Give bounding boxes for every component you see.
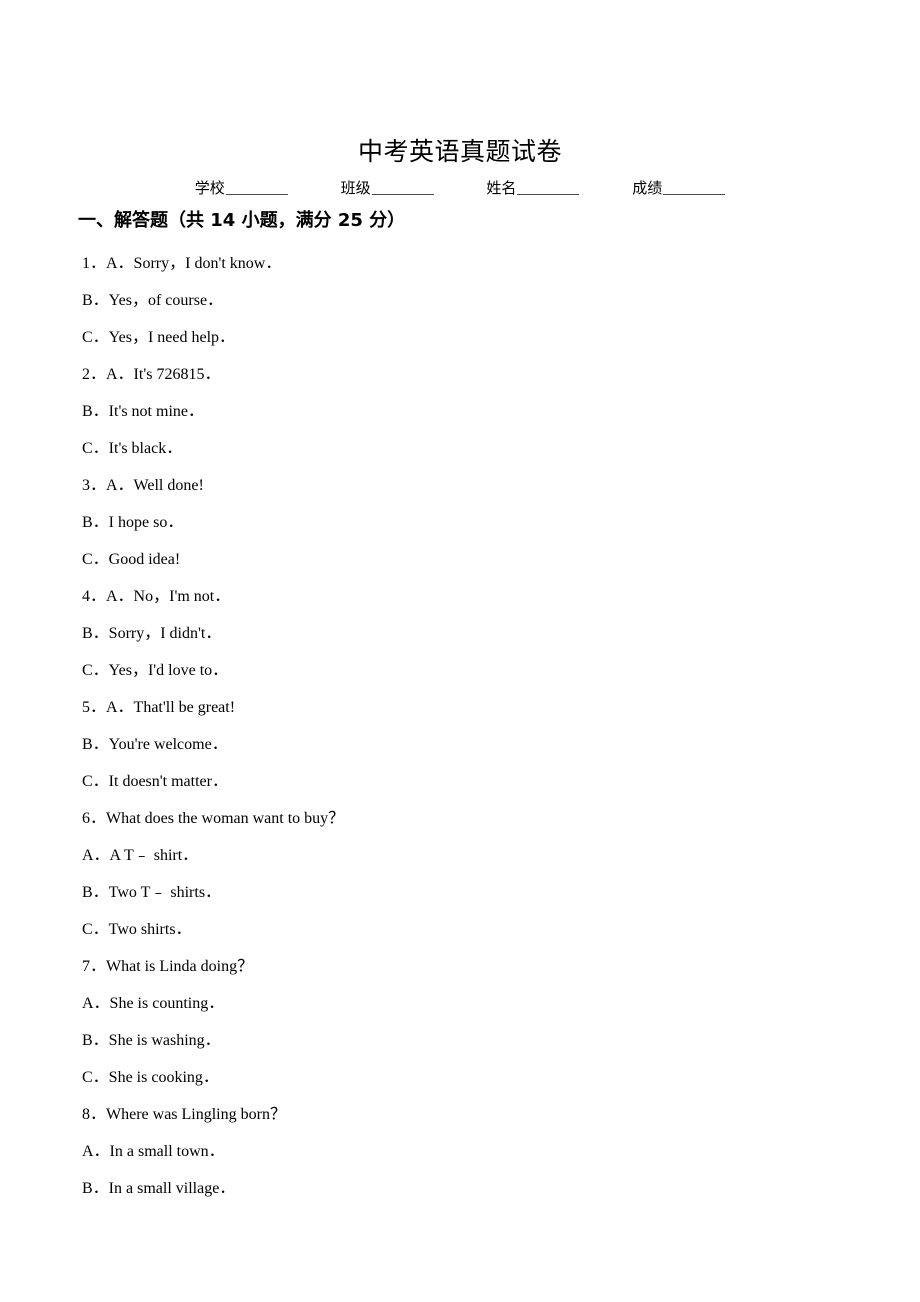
question-line: 3．A．Well done! (82, 477, 204, 494)
option-line: A．A T﹣ shirt． (82, 847, 199, 864)
option-line: B．She is washing． (82, 1032, 221, 1049)
option-line: C．Yes，I'd love to． (82, 662, 229, 679)
option-line: B．Sorry，I didn't． (82, 625, 222, 642)
question-line: 6．What does the woman want to buy？ (82, 810, 345, 827)
option-line: B．I hope so． (82, 514, 184, 531)
info-field-school: 学校 (195, 176, 288, 200)
question-list: 1．A．Sorry，I don't know． B．Yes，of course．… (82, 245, 862, 1207)
info-field-score: 成绩 (632, 176, 726, 200)
option-line: C．It doesn't matter． (82, 773, 228, 790)
question-line: 2．A．It's 726815． (82, 366, 221, 383)
info-label-class: 班级 (340, 179, 371, 197)
question-line: 1．A．Sorry，I don't know． (82, 255, 282, 272)
question-line: 4．A．No，I'm not． (82, 588, 231, 605)
info-field-class: 班级 (341, 176, 434, 200)
info-blank-class[interactable] (371, 180, 434, 195)
option-line: C．Good idea! (82, 551, 181, 568)
info-label-name: 姓名 (486, 179, 517, 197)
option-line: C．It's black． (82, 440, 183, 457)
option-line: C．She is cooking． (82, 1069, 219, 1086)
question-line: 7．What is Linda doing？ (82, 958, 254, 975)
option-line: A．In a small town． (82, 1143, 225, 1160)
option-line: B．Two T﹣ shirts． (82, 884, 222, 901)
option-line: B．It's not mine． (82, 403, 204, 420)
info-field-name: 姓名 (486, 176, 580, 200)
info-label-school: 学校 (194, 179, 225, 197)
exam-paper-page: 中考英语真题试卷 学校 班级 姓名 成绩 一、解答题（共 14 小题，满分 25… (0, 0, 920, 1302)
info-blank-name[interactable] (517, 180, 580, 195)
info-blank-score[interactable] (663, 180, 726, 195)
option-line: B．You're welcome． (82, 736, 228, 753)
question-line: 8．Where was Lingling born？ (82, 1106, 286, 1123)
student-info-line: 学校 班级 姓名 成绩 (0, 176, 920, 200)
option-line: C．Yes，I need help． (82, 329, 236, 346)
option-line: B．Yes，of course． (82, 292, 224, 309)
option-line: B．In a small village． (82, 1180, 236, 1197)
page-title: 中考英语真题试卷 (357, 136, 562, 166)
section-heading: 一、解答题（共 14 小题，满分 25 分） (78, 210, 406, 231)
option-line: C．Two shirts． (82, 921, 192, 938)
option-line: A．She is counting． (82, 995, 225, 1012)
info-label-score: 成绩 (632, 179, 663, 197)
info-blank-school[interactable] (225, 180, 288, 195)
question-line: 5．A．That'll be great! (82, 699, 236, 716)
